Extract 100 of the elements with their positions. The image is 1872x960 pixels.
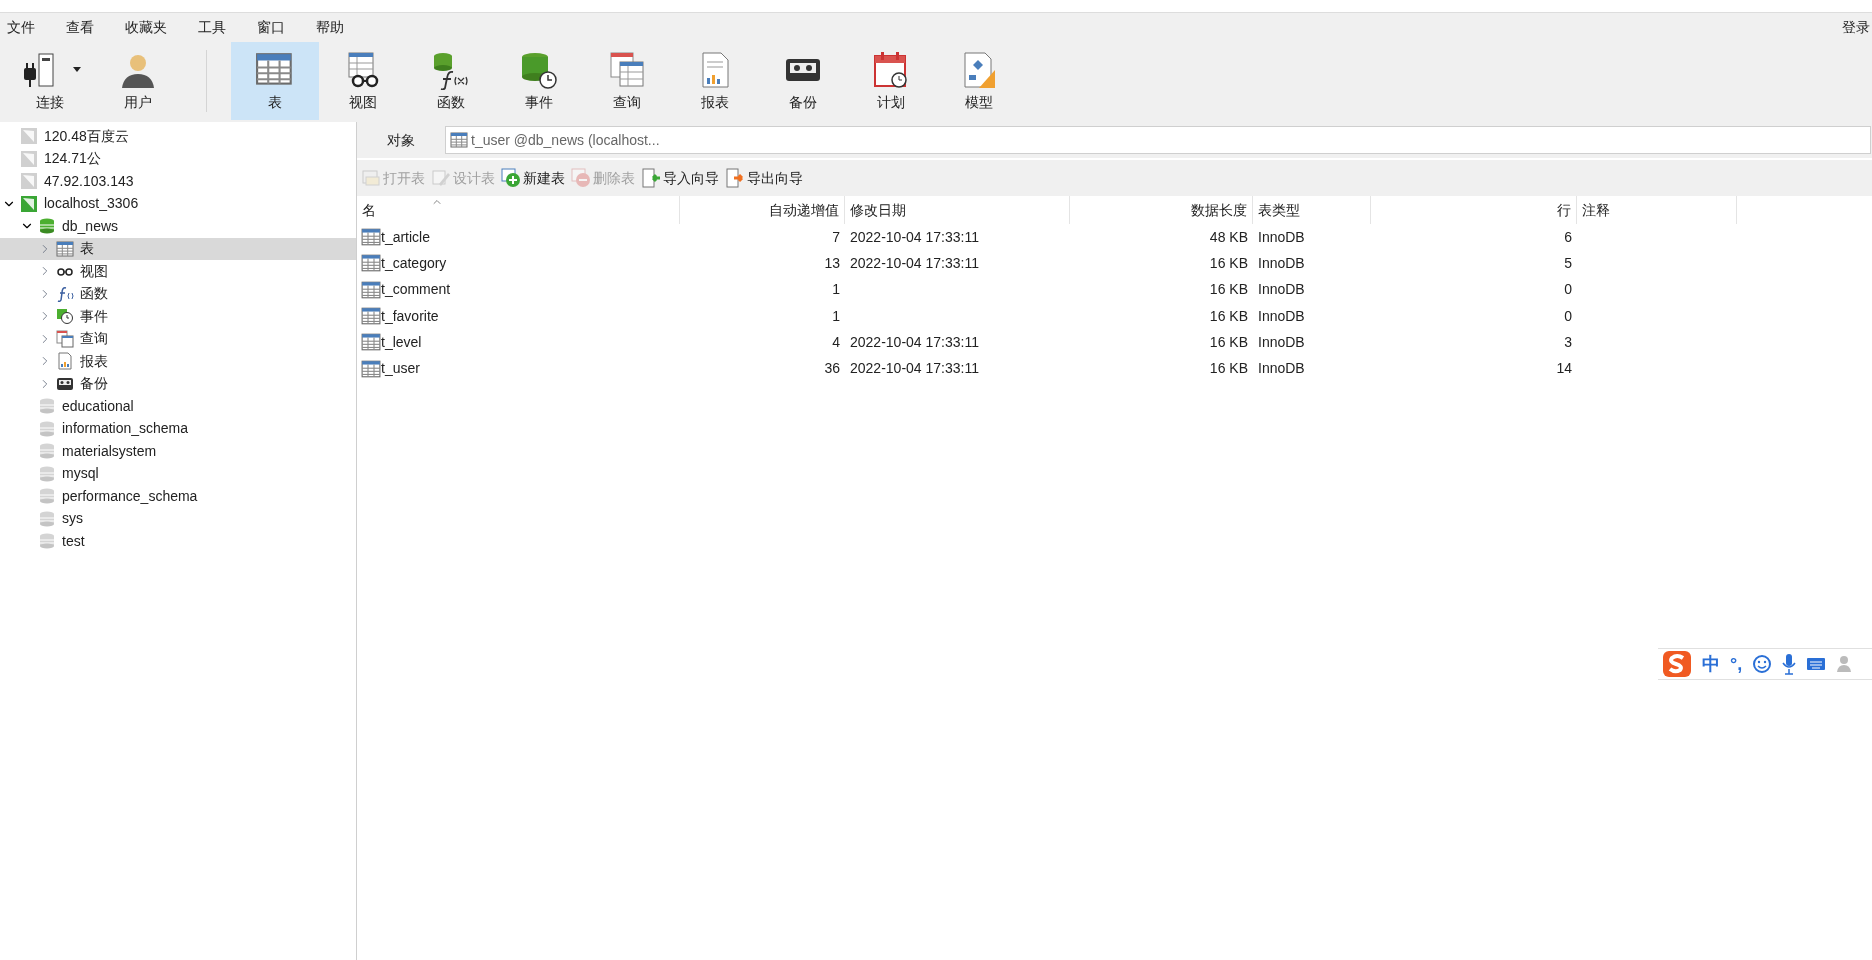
tree-item[interactable]: 表 — [0, 237, 356, 260]
query-table-icon — [56, 329, 74, 348]
table-cell-text: 1 — [832, 280, 840, 300]
column-header[interactable]: 注释 — [1577, 196, 1737, 224]
menu-item[interactable]: 工具 — [191, 13, 233, 42]
tree-item[interactable]: materialsystem — [0, 440, 356, 463]
delete-table-icon — [571, 168, 591, 188]
table-icon — [361, 253, 381, 274]
table-cell-text: InnoDB — [1258, 253, 1305, 273]
keyboard-icon[interactable] — [1806, 656, 1827, 672]
dolphin-icon — [20, 127, 38, 146]
table-cell-text: 16 KB — [1209, 306, 1248, 326]
tree-item[interactable]: 函数 — [0, 282, 356, 305]
table-name[interactable]: t_favorite — [381, 305, 439, 327]
column-header[interactable]: 自动递增值 — [680, 196, 845, 224]
design-table-icon — [431, 168, 451, 188]
column-header[interactable]: 表类型 — [1253, 196, 1371, 224]
report-icon — [56, 352, 74, 371]
table-cell-text: InnoDB — [1258, 332, 1305, 352]
tree-item[interactable]: 报表 — [0, 350, 356, 373]
table-cell-text: 0 — [1564, 280, 1572, 300]
tree-item[interactable]: mysql — [0, 462, 356, 485]
database-icon — [38, 442, 56, 461]
menu-item[interactable]: 查看 — [59, 13, 101, 42]
table-cell-text: 2022-10-04 17:33:11 — [850, 332, 979, 352]
dolphin-icon — [20, 172, 38, 191]
toolbar-button[interactable]: 连接 — [6, 42, 94, 120]
tree-item[interactable]: localhost_3306 — [0, 192, 356, 215]
table-name[interactable]: t_comment — [381, 279, 451, 301]
column-header[interactable]: 行 — [1371, 196, 1577, 224]
table-cell-text: 14 — [1556, 359, 1572, 379]
login-link[interactable]: 登录 — [1842, 17, 1872, 38]
database-icon — [38, 532, 56, 551]
toolbar-button[interactable]: 计划 — [847, 42, 935, 120]
column-header[interactable]: 名 — [357, 196, 680, 224]
toolbar-button[interactable]: 视图 — [319, 42, 407, 120]
tree-item[interactable]: test — [0, 530, 356, 553]
toolbar-action[interactable]: 新建表 — [501, 167, 565, 189]
tree-item[interactable]: 事件 — [0, 305, 356, 328]
table-name[interactable]: t_level — [381, 331, 422, 353]
smiley-icon[interactable] — [1752, 654, 1773, 674]
table-cell-text: 16 KB — [1209, 253, 1248, 273]
toolbar-button[interactable]: 报表 — [671, 42, 759, 120]
database-icon — [38, 217, 56, 236]
database-icon — [38, 509, 56, 528]
database-clock-icon — [56, 307, 74, 326]
export-arrow-icon — [725, 168, 745, 188]
toolbar-button[interactable]: 模型 — [935, 42, 1023, 120]
microphone-icon[interactable] — [1782, 653, 1797, 675]
tree-item[interactable]: 备份 — [0, 372, 356, 395]
database-icon — [38, 487, 56, 506]
menu-item[interactable]: 收藏夹 — [118, 13, 174, 42]
tree-item[interactable]: 120.48百度云 — [0, 125, 356, 148]
table-cell-text: 48 KB — [1209, 227, 1248, 247]
table-cell-text: 3 — [1564, 332, 1572, 352]
table-name[interactable]: t_article — [381, 226, 431, 248]
tree-item[interactable]: 124.71公 — [0, 147, 356, 170]
toolbar-button[interactable]: 备份 — [759, 42, 847, 120]
table-name[interactable]: t_category — [381, 252, 447, 274]
table-icon — [361, 227, 381, 248]
object-field[interactable]: t_user @db_news (localhost... — [445, 126, 1871, 154]
database-icon — [38, 397, 56, 416]
caret-down-icon — [73, 67, 81, 72]
menu-item[interactable]: 窗口 — [250, 13, 292, 42]
tree-item[interactable]: db_news — [0, 215, 356, 238]
query-table-icon — [607, 49, 647, 90]
dolphin-icon — [20, 149, 38, 168]
tree-item[interactable]: performance_schema — [0, 485, 356, 508]
toolbar-button[interactable]: 函数 — [407, 42, 495, 120]
table-cell-text: 16 KB — [1209, 359, 1248, 379]
database-icon — [38, 419, 56, 438]
table-cell-text: 0 — [1564, 306, 1572, 326]
tree-item[interactable]: educational — [0, 395, 356, 418]
column-header[interactable]: 修改日期 — [845, 196, 1070, 224]
ime-mode[interactable]: 中 — [1702, 650, 1720, 678]
menu-item[interactable]: 文件 — [0, 13, 42, 42]
column-header[interactable]: 数据长度 — [1070, 196, 1253, 224]
toolbar-button[interactable]: 表 — [231, 42, 319, 120]
toolbar-button[interactable]: 用户 — [94, 42, 182, 120]
table-name[interactable]: t_user — [381, 358, 420, 380]
tree-item[interactable]: information_schema — [0, 417, 356, 440]
table-icon — [56, 239, 74, 258]
tree-item[interactable]: 47.92.103.143 — [0, 170, 356, 193]
table-cell-text: 6 — [1564, 227, 1572, 247]
menu-item[interactable]: 帮助 — [309, 13, 351, 42]
table-cell-text: 16 KB — [1209, 332, 1248, 352]
toolbar-action[interactable]: 导入向导 — [641, 167, 719, 189]
table-cell-text: 2022-10-04 17:33:11 — [850, 227, 979, 247]
ime-punctuation[interactable]: °, — [1730, 650, 1743, 678]
add-table-icon — [501, 168, 521, 188]
table-cell-text: 36 — [824, 359, 840, 379]
function-icon — [56, 284, 74, 303]
table-cell-text: InnoDB — [1258, 306, 1305, 326]
toolbar-button[interactable]: 事件 — [495, 42, 583, 120]
tree-item[interactable]: sys — [0, 507, 356, 530]
table-cell-text: 2022-10-04 17:33:11 — [850, 359, 979, 379]
toolbar-button[interactable]: 查询 — [583, 42, 671, 120]
tree-item[interactable]: 视图 — [0, 260, 356, 283]
toolbar-action[interactable]: 导出向导 — [725, 167, 803, 189]
tree-item[interactable]: 查询 — [0, 327, 356, 350]
